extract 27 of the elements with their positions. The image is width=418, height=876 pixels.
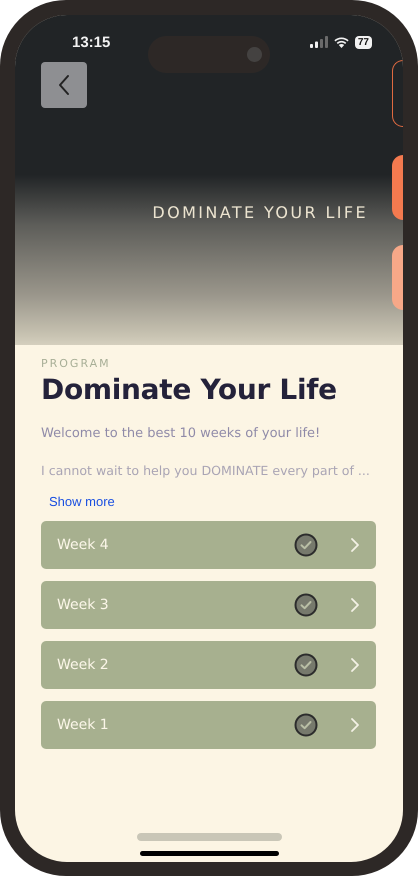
description-text: I cannot wait to help you DOMINATE every part of ... — [41, 463, 371, 478]
description-text: Welcome to the best 10 weeks of your life! — [41, 426, 322, 441]
hero-title: DOMINATE YOUR LIFE — [152, 203, 368, 222]
chevron-right-icon — [350, 717, 360, 733]
program-title: Dominate Your Life — [41, 373, 338, 406]
chevron-right-icon — [350, 657, 360, 673]
week-row[interactable]: Week 4 — [41, 521, 376, 569]
week-row[interactable]: Week 2 — [41, 641, 376, 689]
show-more-link[interactable]: Show more — [49, 494, 115, 509]
signal-icon — [310, 36, 328, 48]
back-button[interactable] — [41, 62, 87, 108]
section-label: PROGRAM — [41, 357, 112, 370]
week-title: Week 4 — [57, 537, 110, 553]
card-edge — [392, 155, 403, 220]
week-title: Week 3 — [57, 597, 110, 613]
week-row[interactable]: Week 1 — [41, 701, 376, 749]
chevron-left-icon — [58, 74, 70, 96]
status-time: 13:15 — [72, 32, 110, 50]
card-edge — [392, 60, 403, 127]
chevron-right-icon — [350, 537, 360, 553]
wifi-icon — [332, 36, 350, 48]
card-edge — [392, 245, 403, 310]
week-title: Week 2 — [57, 657, 110, 673]
chevron-right-icon — [350, 597, 360, 613]
battery-level: 77 — [354, 36, 372, 48]
week-row[interactable]: Week 3 — [41, 581, 376, 629]
week-title: Week 1 — [57, 717, 110, 733]
